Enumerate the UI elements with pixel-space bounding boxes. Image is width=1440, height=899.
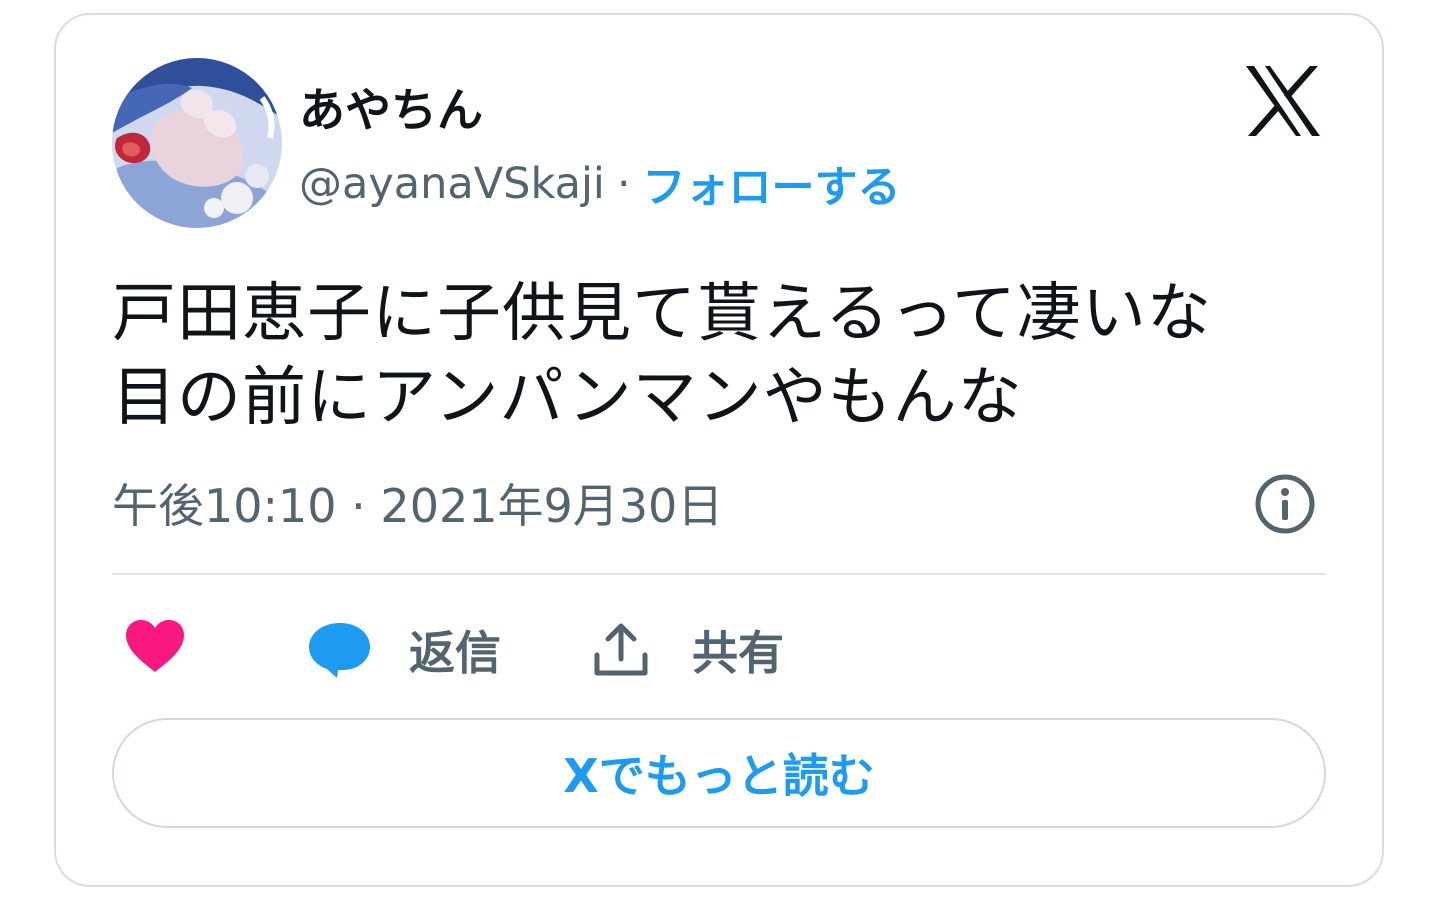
tweet-text-line: 目の前にアンパンマンやもんな [112,361,1023,435]
share-label: 共有 [692,626,784,680]
reply-label: 返信 [409,626,501,680]
author-handle[interactable]: @ayanaVSkaji [299,159,605,209]
like-button[interactable] [124,618,186,674]
reply-bubble-icon [309,623,370,678]
share-button[interactable]: 共有 [592,617,784,683]
tweet-timestamp[interactable]: 午後10:10 · 2021年9月30日 [112,470,723,536]
separator-dot: · [616,159,631,209]
info-icon[interactable] [1253,472,1317,536]
reply-button[interactable]: 返信 [307,617,501,683]
author-name[interactable]: あやちん [299,74,483,140]
divider [112,573,1326,575]
handle-row: @ayanaVSkaji · フォローする [299,153,901,215]
heart-icon [126,620,184,672]
read-more-button[interactable]: Xでもっと読む [112,718,1326,828]
avatar-image [112,58,282,228]
follow-button[interactable]: フォローする [643,153,901,215]
share-upload-icon [594,623,648,676]
tweet-text-line: 戸田恵子に子供見て貰えるって凄いな [112,277,1212,351]
avatar[interactable] [112,58,282,228]
tweet-text: 戸田恵子に子供見て貰えるって凄いな 目の前にアンパンマンやもんな [112,272,1342,440]
x-logo-icon[interactable] [1244,64,1322,138]
